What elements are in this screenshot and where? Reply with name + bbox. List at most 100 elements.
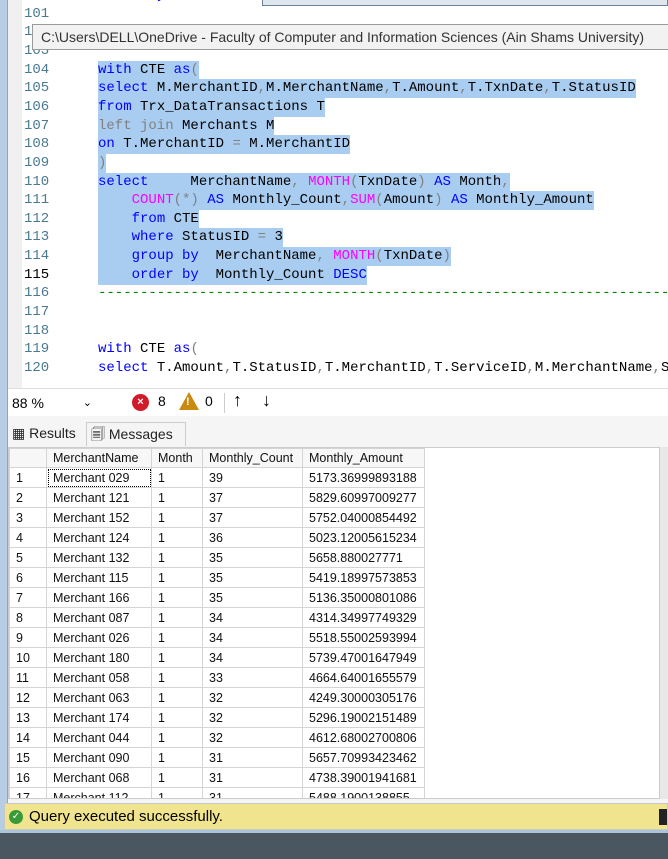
code-line[interactable]: 104 with CTE as(	[24, 60, 199, 80]
table-cell[interactable]: 35	[202, 587, 303, 608]
table-cell[interactable]: 5739.47001647949	[302, 647, 425, 668]
table-cell[interactable]: 1	[151, 527, 203, 548]
table-cell[interactable]: Merchant 063	[46, 687, 152, 708]
code-line[interactable]: 119 with CTE as(	[24, 340, 199, 359]
table-cell[interactable]: 1	[151, 567, 203, 588]
table-cell[interactable]: Merchant 068	[46, 767, 152, 788]
row-number[interactable]: 17	[9, 787, 47, 798]
table-cell[interactable]: Merchant 180	[46, 647, 152, 668]
table-cell[interactable]: 5488.1900138855	[302, 787, 425, 798]
table-row[interactable]: 6 Merchant 115 1 35 5419.18997573853	[9, 567, 425, 588]
table-row[interactable]: 12 Merchant 063 1 32 4249.30000305176	[9, 687, 425, 708]
code-line[interactable]: 108 on T.MerchantID = M.MerchantID	[24, 135, 351, 155]
code-line[interactable]: 117	[24, 303, 64, 322]
table-cell[interactable]: 39	[202, 467, 303, 488]
table-cell[interactable]: 5657.70993423462	[302, 747, 425, 768]
table-row[interactable]: 8 Merchant 087 1 34 4314.34997749329	[9, 607, 425, 628]
row-number[interactable]: 8	[9, 607, 47, 628]
table-row[interactable]: 17 Merchant 112 1 31 5488.1900138855	[9, 787, 425, 798]
row-number[interactable]: 1	[9, 467, 47, 488]
error-icon[interactable]: ×	[132, 394, 149, 411]
table-cell[interactable]: 1	[151, 587, 203, 608]
column-header[interactable]: Month	[151, 448, 203, 468]
grid-scrollbar[interactable]	[660, 447, 668, 799]
column-header[interactable]: Monthly_Count	[202, 448, 303, 468]
code-line[interactable]: 115 order by Monthly_Count DESC	[24, 265, 367, 285]
table-cell[interactable]: 5023.12005615234	[302, 527, 425, 548]
table-cell[interactable]: Merchant 112	[46, 787, 152, 798]
row-number[interactable]: 14	[9, 727, 47, 748]
table-cell[interactable]: 32	[202, 727, 303, 748]
row-number[interactable]: 12	[9, 687, 47, 708]
table-cell[interactable]: 5173.36999893188	[302, 467, 425, 488]
table-cell[interactable]: 4664.64001655579	[302, 667, 425, 688]
table-row[interactable]: 14 Merchant 044 1 32 4612.68002700806	[9, 727, 425, 748]
table-row[interactable]: 3 Merchant 152 1 37 5752.04000854492	[9, 507, 425, 528]
table-cell[interactable]: Merchant 090	[46, 747, 152, 768]
table-cell[interactable]: 32	[202, 707, 303, 728]
arrow-down-icon[interactable]: ↓	[262, 390, 271, 411]
table-row[interactable]: 4 Merchant 124 1 36 5023.12005615234	[9, 527, 425, 548]
table-cell[interactable]: Merchant 115	[46, 567, 152, 588]
code-line[interactable]: 118	[24, 322, 64, 341]
column-header[interactable]: Monthly_Amount	[302, 448, 425, 468]
arrow-up-icon[interactable]: ↑	[233, 390, 242, 411]
table-cell[interactable]: 1	[151, 547, 203, 568]
row-number[interactable]: 3	[9, 507, 47, 528]
table-cell[interactable]: 1	[151, 747, 203, 768]
table-cell[interactable]: 37	[202, 487, 303, 508]
row-number[interactable]: 15	[9, 747, 47, 768]
code-line[interactable]: 107 left join Merchants M	[24, 116, 275, 136]
table-cell[interactable]: 4314.34997749329	[302, 607, 425, 628]
table-cell[interactable]: 1	[151, 667, 203, 688]
table-cell[interactable]: 1	[151, 507, 203, 528]
table-cell[interactable]: 4738.39001941681	[302, 767, 425, 788]
code-line[interactable]: 116 -------------------------------------…	[24, 284, 668, 303]
table-row[interactable]: 1 Merchant 029 1 39 5173.36999893188	[9, 467, 425, 488]
table-cell[interactable]: 31	[202, 747, 303, 768]
code-line[interactable]: 101	[24, 5, 64, 24]
table-cell[interactable]: 1	[151, 687, 203, 708]
code-line[interactable]: 109)	[24, 153, 107, 173]
table-cell[interactable]: 1	[151, 627, 203, 648]
table-cell[interactable]: 4612.68002700806	[302, 727, 425, 748]
code-line[interactable]: 105 select M.MerchantID,M.MerchantName,T.…	[24, 79, 636, 99]
table-cell[interactable]: 1	[151, 487, 203, 508]
table-row[interactable]: 13 Merchant 174 1 32 5296.19002151489	[9, 707, 425, 728]
row-number[interactable]: 9	[9, 627, 47, 648]
code-line[interactable]: 113 where StatusID = 3	[24, 228, 283, 248]
zoom-dropdown[interactable]: 88 % ⌄	[8, 391, 98, 415]
table-cell[interactable]: 34	[202, 647, 303, 668]
table-row[interactable]: 9 Merchant 026 1 34 5518.55002593994	[9, 627, 425, 648]
table-cell[interactable]: 34	[202, 607, 303, 628]
row-number[interactable]: 4	[9, 527, 47, 548]
table-row[interactable]: 16 Merchant 068 1 31 4738.39001941681	[9, 767, 425, 788]
table-cell[interactable]: 5829.60997009277	[302, 487, 425, 508]
table-cell[interactable]: 37	[202, 507, 303, 528]
row-number[interactable]: 11	[9, 667, 47, 688]
sql-editor[interactable]: 100order by Total_Amount DESC10110210310…	[8, 0, 668, 388]
row-number[interactable]: 16	[9, 767, 47, 788]
table-cell[interactable]: 34	[202, 627, 303, 648]
table-cell[interactable]: Merchant 044	[46, 727, 152, 748]
table-cell[interactable]: 1	[151, 787, 203, 798]
column-header[interactable]: MerchantName	[46, 448, 152, 468]
table-cell[interactable]: Merchant 058	[46, 667, 152, 688]
table-row[interactable]: 10 Merchant 180 1 34 5739.47001647949	[9, 647, 425, 668]
tab-results[interactable]: ▦ Results	[8, 422, 86, 446]
table-cell[interactable]: Merchant 152	[46, 507, 152, 528]
table-cell[interactable]: Merchant 166	[46, 587, 152, 608]
table-row[interactable]: 5 Merchant 132 1 35 5658.880027771	[9, 547, 425, 568]
table-cell[interactable]: 31	[202, 767, 303, 788]
code-line[interactable]: 106 from Trx_DataTransactions T	[24, 97, 325, 117]
table-cell[interactable]: 32	[202, 687, 303, 708]
table-cell[interactable]: Merchant 124	[46, 527, 152, 548]
table-cell[interactable]: 5136.35000801086	[302, 587, 425, 608]
table-cell[interactable]: 31	[202, 787, 303, 798]
row-number[interactable]: 6	[9, 567, 47, 588]
table-cell[interactable]: 5658.880027771	[302, 547, 425, 568]
table-cell[interactable]: 1	[151, 727, 203, 748]
code-line[interactable]: 111 COUNT(*) AS Monthly_Count,SUM(Amount…	[24, 191, 594, 211]
table-cell[interactable]: Merchant 121	[46, 487, 152, 508]
code-line[interactable]: 112 from CTE	[24, 209, 199, 229]
